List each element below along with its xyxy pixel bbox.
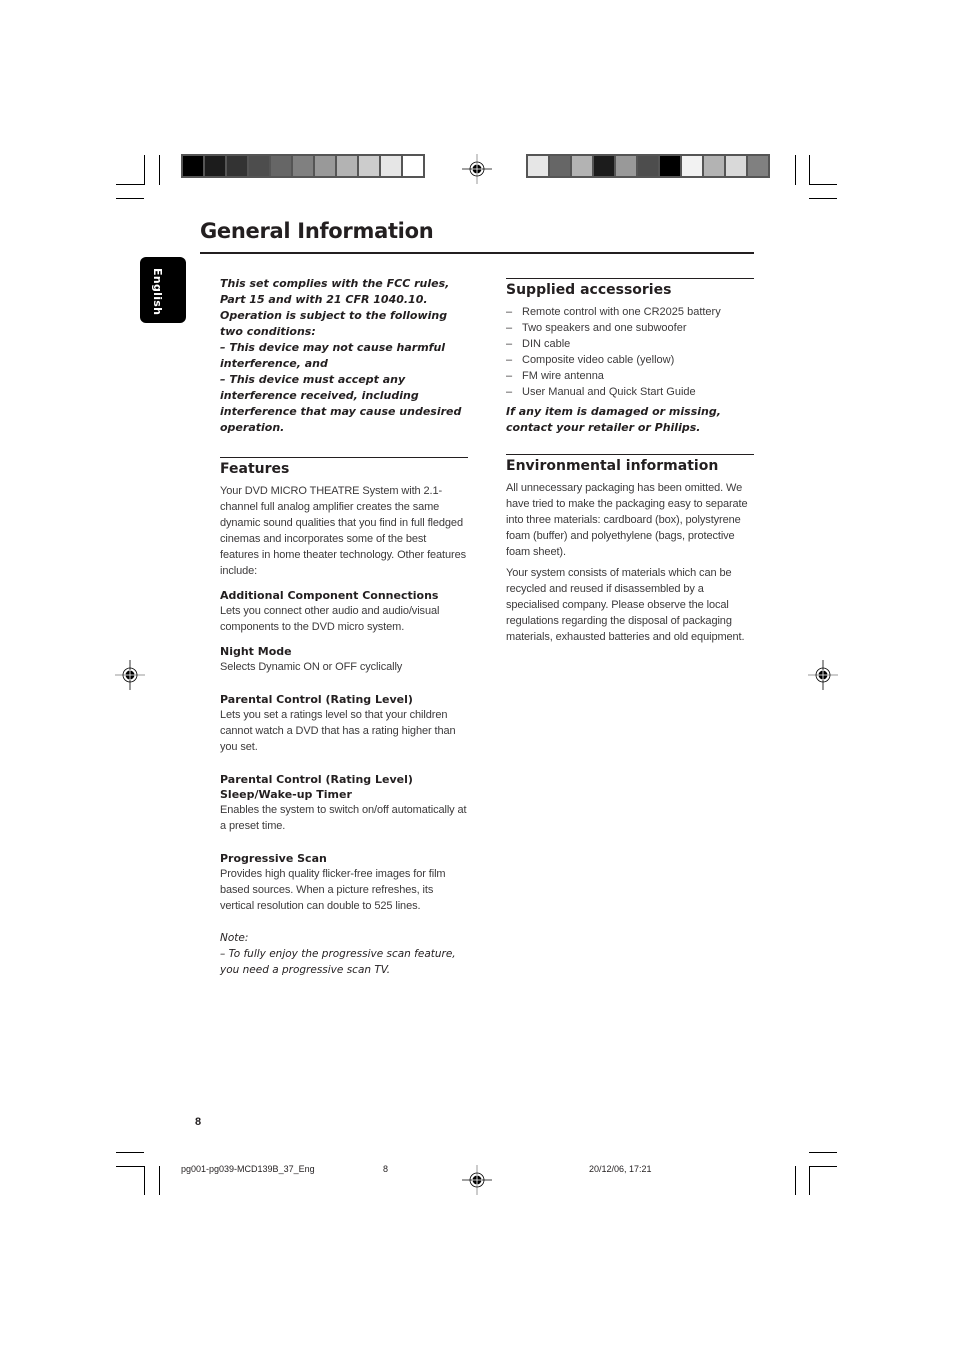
color-swatch [726,156,746,176]
crop-mark [809,1166,810,1195]
color-swatch [704,156,724,176]
accessory-item: – Composite video cable (yellow) [506,354,675,366]
note-box: Note: – To fully enjoy the progressive s… [220,930,468,978]
language-tab: English [140,257,186,323]
accessories-warning: If any item is damaged or missing, conta… [506,405,721,434]
color-swatch [594,156,614,176]
crop-mark [795,155,796,185]
feature-text: Lets you connect other audio and audio/v… [220,605,440,633]
color-swatch [550,156,570,176]
accessory-item: – FM wire antenna [506,370,604,382]
color-swatch [315,156,335,176]
fcc-condition: – This device must accept any interferen… [220,373,462,434]
fcc-line: Operation is subject to the following tw… [220,309,448,338]
section-divider [220,457,468,458]
accessory-item: – Two speakers and one subwoofer [506,322,687,334]
registration-mark-icon [808,660,838,690]
crop-mark [809,198,837,199]
color-swatch [403,156,423,176]
feature-item: Parental Control (Rating Level) Sleep/Wa… [220,772,468,834]
crop-mark [116,1152,144,1153]
environmental-paragraph: All unnecessary packaging has been omitt… [506,482,748,558]
feature-item: Night Mode Selects Dynamic ON or OFF cyc… [220,644,468,675]
color-swatch [271,156,291,176]
color-swatch [381,156,401,176]
section-divider [506,454,754,455]
feature-item: Parental Control (Rating Level) Lets you… [220,692,468,755]
color-swatch [616,156,636,176]
feature-item: Progressive Scan Provides high quality f… [220,851,468,914]
language-tab-label: English [151,268,164,316]
feature-text: Lets you set a ratings level so that you… [220,709,456,753]
color-swatch [183,156,203,176]
environmental-heading: Environmental information [506,458,719,474]
crop-mark [144,155,145,185]
page-number: 8 [195,1116,202,1128]
color-swatch [337,156,357,176]
fcc-line: Part 15 and with 21 CFR 1040.10. [220,293,428,306]
grayscale-calibration-bar-left [181,154,425,178]
fcc-compliance-notice: This set complies with the FCC rules, Pa… [220,276,468,436]
crop-mark [809,1166,837,1167]
features-intro: Your DVD MICRO THEATRE System with 2.1-c… [220,485,467,577]
features-section: Features Your DVD MICRO THEATRE System w… [220,457,468,978]
grayscale-calibration-bar-right [526,154,770,178]
section-divider [506,278,754,279]
feature-text: Selects Dynamic ON or OFF cyclically [220,661,403,673]
crop-mark [116,184,144,185]
feature-title: Parental Control (Rating Level) [220,693,413,706]
left-column: This set complies with the FCC rules, Pa… [220,276,468,978]
registration-mark-icon [462,154,492,184]
accessories-heading: Supplied accessories [506,282,672,298]
crop-mark [116,1166,144,1167]
registration-mark-icon [462,1165,492,1195]
crop-mark [809,155,810,185]
registration-mark-icon [115,660,145,690]
color-swatch [748,156,768,176]
right-column: Supplied accessories – Remote control wit… [506,278,754,645]
feature-item: Additional Component Connections Lets yo… [220,588,468,635]
environmental-paragraph: Your system consists of materials which … [506,567,745,643]
crop-mark [159,1166,160,1195]
color-swatch [205,156,225,176]
fcc-condition: – This device may not cause harmful inte… [220,341,446,370]
feature-title: Night Mode [220,645,292,658]
color-swatch [293,156,313,176]
accessories-list: – Remote control with one CR2025 battery … [506,304,754,400]
color-swatch [638,156,658,176]
accessory-item: – User Manual and Quick Start Guide [506,386,696,398]
crop-mark [809,1152,837,1153]
crop-mark [159,155,160,185]
accessory-item: – Remote control with one CR2025 battery [506,306,721,318]
page-title: General Information [200,219,434,243]
footer-file-page: 8 [383,1164,389,1174]
note-text: – To fully enjoy the progressive scan fe… [220,948,456,976]
fcc-line: This set complies with the FCC rules, [220,277,450,290]
color-swatch [682,156,702,176]
environmental-section: Environmental information All unnecessar… [506,454,754,645]
feature-title: Progressive Scan [220,852,327,865]
feature-title: Parental Control (Rating Level) [220,773,413,786]
feature-text: Enables the system to switch on/off auto… [220,804,467,832]
color-swatch [528,156,548,176]
crop-mark [116,198,144,199]
color-swatch [572,156,592,176]
feature-title: Additional Component Connections [220,589,439,602]
accessories-section: Supplied accessories – Remote control wit… [506,278,754,436]
color-swatch [359,156,379,176]
accessory-item: – DIN cable [506,338,571,350]
note-label: Note: [220,932,249,944]
crop-mark [795,1166,796,1195]
crop-mark [809,184,837,185]
feature-text: Provides high quality flicker-free image… [220,868,446,912]
color-swatch [660,156,680,176]
footer-file-name: pg001-pg039-MCD139B_37_Eng [181,1164,315,1174]
feature-title: Sleep/Wake-up Timer [220,788,352,801]
features-heading: Features [220,461,290,477]
footer-timestamp: 20/12/06, 17:21 [589,1164,652,1174]
crop-mark [144,1166,145,1195]
title-divider [200,252,754,254]
color-swatch [249,156,269,176]
color-swatch [227,156,247,176]
